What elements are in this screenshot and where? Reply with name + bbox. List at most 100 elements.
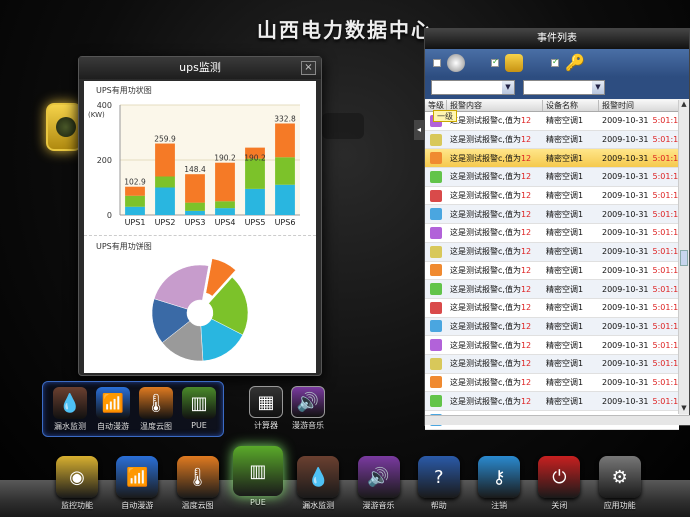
key-icon[interactable]: 🔑 <box>565 54 585 72</box>
table-row[interactable]: 这是测试报警c,值为12 精密空调1 2009-10-315:01:10 <box>425 186 679 206</box>
alarm-level-icon <box>430 376 442 389</box>
table-row[interactable]: 这是测试报警c,值为12 精密空调1 2009-10-315:01:10 <box>425 336 679 355</box>
dock-item-4[interactable]: 💧 漏水监测 <box>288 456 348 511</box>
y-axis-label: (KW) <box>88 111 105 119</box>
x-tick-label: UPS5 <box>245 218 266 227</box>
dock-item-6[interactable]: ? 帮助 <box>409 456 469 511</box>
sub-item-3[interactable]: ▥ PUE <box>180 387 218 430</box>
table-row[interactable]: 这是测试报警c,值为12 精密空调1 2009-10-315:01:10 <box>425 242 679 262</box>
alarm-time-cell: 2009-10-315:01:10 <box>602 228 679 238</box>
x-tick-label: UPS6 <box>275 218 296 227</box>
alarm-level-icon <box>430 283 442 296</box>
alarm-time-cell: 2009-10-315:01:10 <box>602 209 679 219</box>
filter-checkbox-1[interactable] <box>433 59 441 67</box>
level-cell <box>425 264 447 277</box>
table-row[interactable]: 这是测试报警c,值为12 精密空调1 2009-10-315:01:10 <box>425 112 679 131</box>
sub-item-1[interactable]: 📶 自动漫游 <box>94 387 132 432</box>
device-name-cell: 精密空调1 <box>546 116 584 126</box>
bar-segment <box>245 158 265 189</box>
device-name-cell: 精密空调1 <box>546 284 584 294</box>
level-cell <box>425 189 447 202</box>
level-cell <box>425 357 447 370</box>
alarm-level-icon <box>430 133 442 146</box>
scrollbar-thumb[interactable] <box>680 250 688 266</box>
table-row[interactable]: 这是测试报警c,值为12 精密空调1 2009-10-315:01:10 <box>425 205 679 225</box>
filter-checkbox-3[interactable] <box>551 57 559 67</box>
help-icon: ? <box>417 456 460 498</box>
table-row[interactable]: 这是测试报警c,值为12 精密空调1 2009-10-315:01:10 <box>425 354 679 374</box>
gear-icon: ⚙ <box>598 456 641 498</box>
dock-item-label: 漫游音乐 <box>362 501 395 510</box>
alarm-content-cell: 这是测试报警c,值为12 <box>450 209 532 219</box>
dock-item-1[interactable]: 📶 自动漫游 <box>107 456 167 511</box>
filter-select-1[interactable]: ▼ <box>431 80 515 95</box>
column-header[interactable]: 报警内容 <box>447 100 543 111</box>
bar-segment <box>185 210 205 215</box>
alarm-time-cell: 2009-10-315:01:10 <box>602 172 679 182</box>
ups-window-titlebar[interactable]: ups监测 × <box>79 57 321 79</box>
extra-item-label: 漫游音乐 <box>292 421 324 430</box>
device-name-cell: 精密空调1 <box>546 172 584 182</box>
table-row[interactable]: 这是测试报警c,值为12 精密空调1 2009-10-315:01:10 <box>425 392 679 411</box>
x-tick-label: UPS4 <box>215 218 236 227</box>
extra-item-label: 计算器 <box>254 421 278 430</box>
filter-checkbox-2[interactable] <box>491 57 499 67</box>
extra-item-0[interactable]: ▦ 计算器 <box>244 386 288 431</box>
table-row[interactable]: 这是测试报警c,值为12 精密空调1 2009-10-315:01:10 <box>425 224 679 243</box>
alarm-time-cell: 2009-10-315:01:10 <box>602 153 679 163</box>
key-icon: ⚷ <box>478 456 521 498</box>
sub-item-label: 温度云图 <box>140 422 172 431</box>
chevron-down-icon: ▼ <box>592 81 604 94</box>
table-row[interactable]: 这是测试报警c,值为12 精密空调1 2009-10-315:01:10 <box>425 261 679 281</box>
alarm-time-cell: 2009-10-315:01:10 <box>602 116 679 126</box>
scroll-down-icon[interactable]: ▼ <box>679 404 689 414</box>
table-row[interactable]: 这是测试报警c,值为12 精密空调1 2009-10-315:01:10 <box>425 280 679 299</box>
table-row[interactable]: 这是测试报警c,值为12 精密空调1 2009-10-315:01:10 <box>425 130 679 150</box>
bar-data-label: 190.2 <box>214 154 236 163</box>
disc-icon[interactable] <box>447 54 465 72</box>
calculator-icon: ▦ <box>249 386 283 418</box>
x-tick-label: UPS1 <box>125 218 146 227</box>
table-row[interactable]: 这是测试报警c,值为12 精密空调1 2009-10-315:01:10 <box>425 373 679 393</box>
radar-icon: ◉ <box>56 456 98 498</box>
alarm-content-cell: 这是测试报警c,值为12 <box>450 191 532 201</box>
close-button[interactable]: × <box>301 61 316 75</box>
alarm-time-cell: 2009-10-315:01:10 <box>602 303 679 313</box>
alarm-content-cell: 这是测试报警c,值为12 <box>450 340 532 350</box>
power-icon: ⏻ <box>538 456 581 498</box>
table-row[interactable]: 这是测试报警c,值为12 精密空调1 2009-10-315:01:10 <box>425 168 679 187</box>
alarm-content-cell: 这是测试报警c,值为12 <box>450 265 532 275</box>
dock-item-8[interactable]: ⏻ 关闭 <box>529 456 589 511</box>
filter-select-2[interactable]: ▼ <box>523 80 605 95</box>
horizontal-scrollbar[interactable] <box>425 415 690 425</box>
sub-item-0[interactable]: 💧 漏水监测 <box>51 387 89 432</box>
table-row[interactable]: 这是测试报警c,值为12 精密空调1 2009-10-315:01:10 <box>425 149 679 169</box>
device-name-cell: 精密空调1 <box>546 228 584 238</box>
table-row[interactable]: 这是测试报警c,值为12 精密空调1 2009-10-315:01:10 <box>425 298 679 318</box>
dock-item-3[interactable]: ▥ PUE <box>228 446 288 507</box>
event-list-window: 事件列表 🔑 ▼ ▼ 等级 报警内容 设备名称 报警时间 这是测试报警c,值为1… <box>424 28 690 430</box>
y-tick-label: 400 <box>97 101 112 110</box>
dock-item-0[interactable]: ◉ 监控功能 <box>47 456 107 511</box>
bar-segment <box>275 184 295 215</box>
lock-icon[interactable] <box>505 54 523 72</box>
dock-item-2[interactable]: 🌡 温度云图 <box>168 456 228 511</box>
collapse-handle[interactable]: ◂ <box>414 120 424 140</box>
alarm-level-icon <box>430 170 442 183</box>
dock-item-label: 注销 <box>491 501 508 510</box>
level-cell <box>425 320 447 333</box>
column-header[interactable]: 报警时间 <box>599 100 679 111</box>
sub-item-2[interactable]: 🌡 温度云图 <box>137 387 175 432</box>
dock-item-9[interactable]: ⚙ 应用功能 <box>590 456 650 511</box>
extra-item-1[interactable]: 🔊 漫游音乐 <box>286 386 330 431</box>
bar-data-label: 332.8 <box>274 114 296 123</box>
scroll-up-icon[interactable]: ▲ <box>679 100 689 110</box>
vertical-scrollbar[interactable]: ▲ ▼ <box>678 100 689 414</box>
dock-item-5[interactable]: 🔊 漫游音乐 <box>349 456 409 511</box>
radar-icon <box>46 103 82 151</box>
column-header[interactable]: 设备名称 <box>543 100 599 111</box>
table-row[interactable]: 这是测试报警c,值为12 精密空调1 2009-10-315:01:10 <box>425 317 679 337</box>
alarm-content-cell: 这是测试报警c,值为12 <box>450 321 532 331</box>
dock-item-7[interactable]: ⚷ 注销 <box>469 456 529 511</box>
bar-segment <box>125 195 145 207</box>
